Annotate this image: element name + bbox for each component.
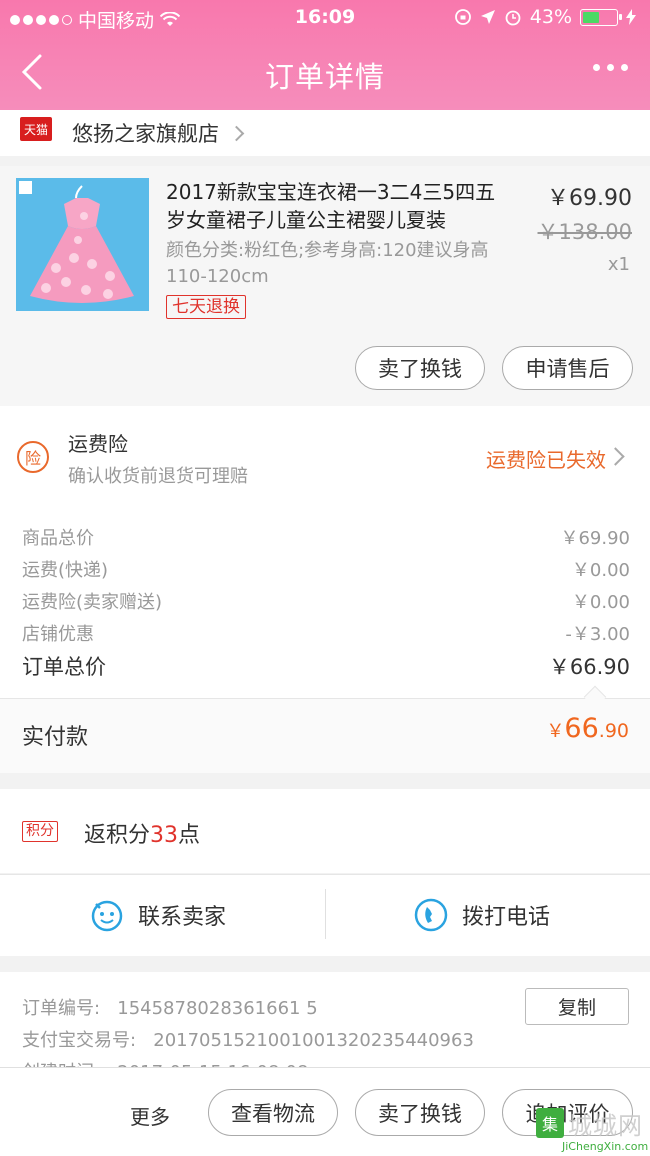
rotation-lock-icon	[454, 9, 471, 25]
order-number-label: 订单编号:	[22, 998, 101, 1019]
call-phone-label: 拨打电话	[462, 905, 551, 930]
location-arrow-icon	[480, 10, 495, 24]
points-text: 返积分33点	[84, 817, 200, 849]
view-logistics-button[interactable]: 查看物流	[208, 1089, 338, 1136]
more-menu-button[interactable]	[593, 64, 628, 71]
paid-label: 实付款	[22, 725, 89, 750]
product-quantity: x1	[607, 254, 630, 275]
summary-row: 店铺优惠 -￥3.00	[22, 620, 630, 646]
order-number: 1545878028361661 5	[117, 998, 318, 1019]
product-title[interactable]: 2017新款宝宝连衣裙一3二4三5四五岁女童裙子儿童公主裙婴儿夏装	[166, 178, 511, 234]
points-suffix: 点	[178, 823, 201, 848]
contact-seller-button[interactable]: 联系卖家	[90, 893, 226, 937]
charging-bolt-icon	[626, 9, 636, 25]
dress-image	[16, 178, 149, 311]
divider	[0, 698, 650, 699]
site-watermark: 集 城城网 JiChengXin.com	[532, 1104, 648, 1154]
status-right: 43%	[454, 6, 636, 28]
summary-value: ￥69.90	[560, 528, 630, 549]
paid-currency: ￥	[546, 721, 565, 742]
after-sale-button[interactable]: 申请售后	[502, 346, 633, 390]
summary-label: 商品总价	[22, 528, 94, 549]
paid-integer: 66	[564, 713, 599, 744]
more-dot-icon	[621, 64, 628, 71]
summary-label: 店铺优惠	[22, 624, 94, 645]
alarm-clock-icon	[505, 10, 521, 26]
sell-for-cash-button[interactable]: 卖了换钱	[355, 1089, 485, 1136]
call-phone-button[interactable]: 拨打电话	[414, 893, 550, 937]
page-title: 订单详情	[264, 60, 385, 94]
battery-icon	[580, 8, 622, 26]
more-dot-icon	[607, 64, 614, 71]
insurance-description: 确认收货前退货可理赔	[68, 466, 248, 487]
insurance-title: 运费险	[68, 432, 128, 456]
paid-decimal: .90	[598, 720, 629, 742]
phone-icon	[414, 898, 448, 932]
summary-label: 运费(快递)	[22, 560, 109, 581]
summary-value: ￥0.00	[571, 560, 630, 581]
summary-value: ￥0.00	[571, 592, 630, 613]
alipay-number: 2017051521001001320235440963	[153, 1030, 474, 1051]
store-link[interactable]: 天猫 悠扬之家旗舰店	[0, 110, 650, 156]
points-value: 33	[150, 823, 179, 848]
alipay-number-label: 支付宝交易号:	[22, 1030, 137, 1051]
product-item[interactable]: 2017新款宝宝连衣裙一3二4三5四五岁女童裙子儿童公主裙婴儿夏装 颜色分类:粉…	[0, 166, 650, 406]
tmall-logo: 天猫	[20, 117, 52, 141]
order-number-row: 订单编号: 1545878028361661 5	[22, 994, 318, 1020]
watermark-text: 城城网	[568, 1112, 643, 1140]
store-name: 悠扬之家旗舰店	[72, 122, 219, 146]
product-original-price: ￥138.00	[537, 220, 632, 244]
paid-amount: ￥66.90	[546, 713, 629, 744]
summary-row: 运费险(卖家赠送) ￥0.00	[22, 588, 630, 614]
order-total-row: 订单总价 ￥66.90	[22, 651, 630, 681]
more-actions-link[interactable]: 更多	[130, 1101, 170, 1130]
battery-percent: 43%	[529, 6, 572, 28]
chat-smile-icon	[91, 900, 123, 932]
brand-badge-icon	[19, 181, 32, 194]
insurance-status[interactable]: 运费险已失效	[486, 444, 606, 473]
copy-order-number-button[interactable]: 复制	[525, 988, 629, 1025]
sell-for-cash-button[interactable]: 卖了换钱	[355, 346, 485, 390]
summary-row: 商品总价 ￥69.90	[22, 524, 630, 550]
watermark-url: JiChengXin.com	[562, 1140, 649, 1153]
product-thumbnail[interactable]	[16, 178, 149, 311]
summary-row: 运费(快递) ￥0.00	[22, 556, 630, 582]
chevron-right-icon	[228, 125, 245, 141]
more-dot-icon	[593, 64, 600, 71]
status-bar: 中国移动 16:09 43%	[0, 0, 650, 36]
app-header: 中国移动 16:09 43% 订单详情	[0, 0, 650, 110]
order-total-value: ￥66.90	[548, 655, 630, 679]
points-badge: 积分	[22, 821, 58, 842]
insurance-icon: 险	[17, 441, 49, 473]
divider	[325, 889, 326, 939]
return-policy-badge: 七天退换	[166, 295, 246, 319]
watermark-logo: 集	[536, 1108, 564, 1138]
contact-seller-label: 联系卖家	[138, 905, 227, 930]
product-sku: 颜色分类:粉红色;参考身高:120建议身高110-120cm	[166, 240, 489, 287]
points-prefix: 返积分	[84, 823, 151, 848]
product-price: ￥69.90	[547, 186, 632, 211]
alipay-number-row: 支付宝交易号: 2017051521001001320235440963	[22, 1026, 474, 1052]
order-total-label: 订单总价	[22, 655, 106, 679]
summary-value: -￥3.00	[565, 624, 630, 645]
summary-label: 运费险(卖家赠送)	[22, 592, 163, 613]
